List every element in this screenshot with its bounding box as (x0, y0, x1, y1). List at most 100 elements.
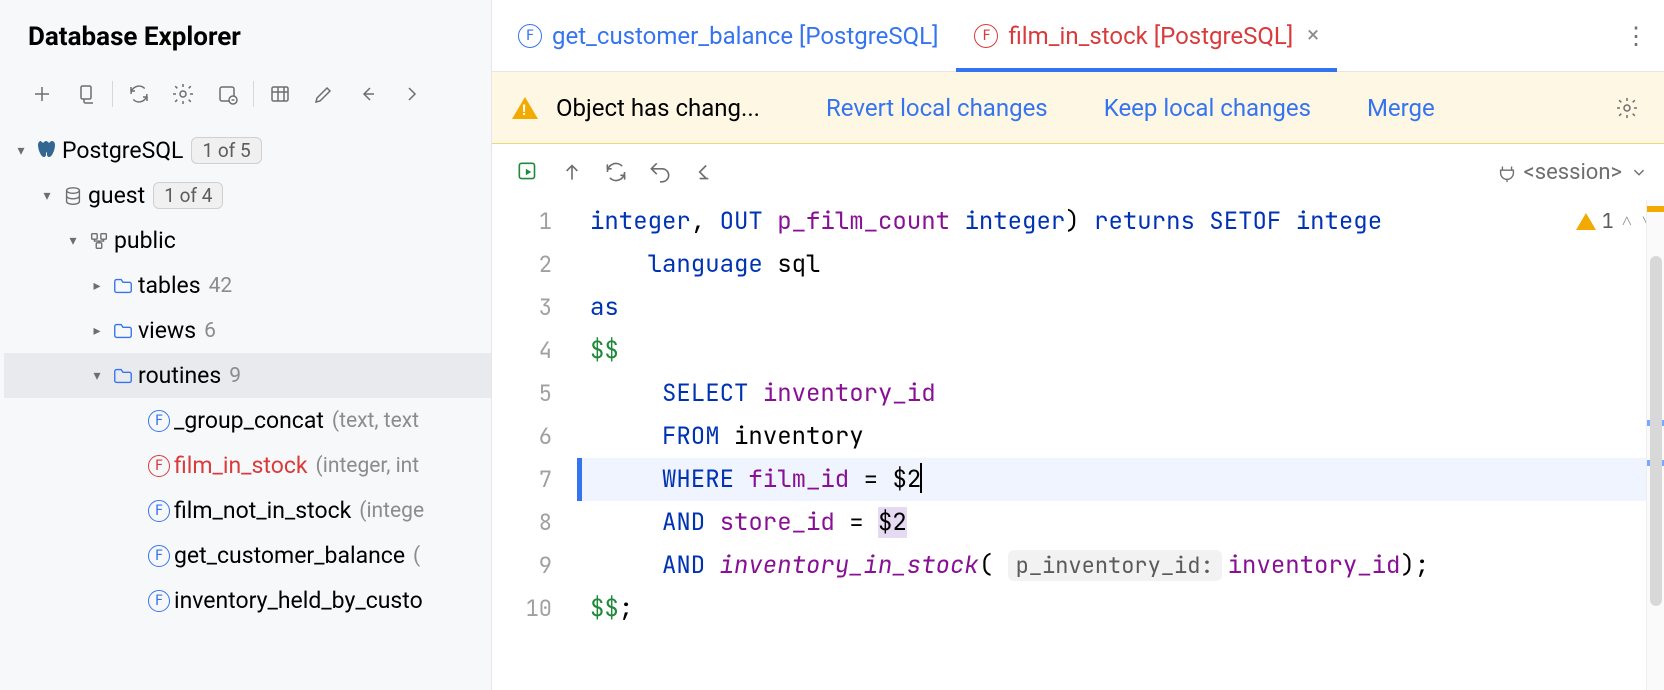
notification-bar: Object has chang... Revert local changes… (492, 72, 1664, 144)
tree-label: tables (138, 272, 201, 299)
code-line[interactable]: $$; (582, 587, 1664, 630)
routine-item[interactable]: F get_customer_balance ( (4, 533, 491, 578)
routine-name: _group_concat (174, 407, 324, 434)
routine-item[interactable]: F film_not_in_stock (intege (4, 488, 491, 533)
session-label: <session> (1524, 160, 1622, 185)
scrollbar-thumb[interactable] (1650, 256, 1662, 606)
chevron-right-icon: ▸ (86, 323, 108, 339)
chevron-down-icon: ▾ (10, 143, 32, 159)
editor-pane: F get_customer_balance [PostgreSQL] F fi… (492, 0, 1664, 690)
merge-link[interactable]: Merge (1367, 94, 1435, 122)
copy-icon[interactable] (66, 76, 106, 112)
function-icon: F (974, 24, 998, 48)
plug-icon (1496, 161, 1518, 183)
database-icon (58, 185, 88, 207)
close-icon[interactable]: × (1307, 23, 1319, 48)
code-line[interactable]: SELECT inventory_id (582, 372, 1664, 415)
tree-tables[interactable]: ▸ tables 42 (4, 263, 491, 308)
routine-sig: (integer, int (316, 454, 420, 478)
overview-ruler[interactable] (1646, 200, 1664, 690)
table-icon[interactable] (260, 76, 300, 112)
code-line-current[interactable]: WHERE film_id = $2 (582, 458, 1664, 501)
more-icon[interactable]: ⋮ (1618, 22, 1654, 50)
code-line[interactable]: AND inventory_in_stock( p_inventory_id:i… (582, 544, 1664, 587)
tree-badge: 1 of 4 (153, 182, 223, 209)
routine-sig: (intege (359, 499, 424, 523)
step-back-icon[interactable] (682, 152, 726, 192)
sidebar-title: Database Explorer (0, 0, 491, 70)
tree-count: 6 (204, 319, 216, 343)
text-cursor (920, 463, 922, 493)
code-editor[interactable]: 1 2 3 4 5 6 7 8 9 10 integer, OUT p_film… (492, 200, 1664, 690)
function-icon: F (144, 590, 174, 612)
warning-icon (1576, 213, 1596, 230)
chevron-right-icon: ▸ (86, 278, 108, 294)
folder-icon (108, 320, 138, 342)
schema-icon (84, 230, 114, 252)
function-icon: F (144, 455, 174, 477)
prev-problem-icon[interactable]: ˄ (1620, 200, 1634, 243)
settings-icon[interactable] (163, 76, 203, 112)
code-line[interactable]: language sql (582, 243, 1664, 286)
routine-item[interactable]: F film_in_stock (integer, int (4, 443, 491, 488)
code-line[interactable]: as (582, 286, 1664, 329)
tree-label: guest (88, 182, 145, 209)
function-icon: F (518, 24, 542, 48)
jump-icon[interactable] (348, 76, 388, 112)
revert-link[interactable]: Revert local changes (826, 94, 1048, 122)
tab-label: get_customer_balance [PostgreSQL] (552, 22, 938, 50)
database-explorer-sidebar: Database Explorer (0, 0, 492, 690)
keep-link[interactable]: Keep local changes (1104, 94, 1311, 122)
editor-toolbar: <session> (492, 144, 1664, 200)
code-line[interactable]: integer, OUT p_film_count integer) retur… (582, 200, 1664, 243)
routine-name: inventory_held_by_custo (174, 587, 423, 614)
tree-label: routines (138, 362, 221, 389)
editor-tab[interactable]: F get_customer_balance [PostgreSQL] (500, 0, 956, 71)
code-line[interactable]: $$ (582, 329, 1664, 372)
sync-icon[interactable] (594, 152, 638, 192)
routine-name: get_customer_balance (174, 542, 405, 569)
routine-sig: (text, text (332, 409, 419, 433)
line-gutter: 1 2 3 4 5 6 7 8 9 10 (492, 200, 582, 690)
tree-connection[interactable]: ▾ guest 1 of 4 (4, 173, 491, 218)
routine-item[interactable]: F inventory_held_by_custo (4, 578, 491, 623)
code-line[interactable]: AND store_id = $2 (582, 501, 1664, 544)
tree-database[interactable]: ▾ PostgreSQL 1 of 5 (4, 128, 491, 173)
tree-count: 9 (229, 364, 241, 388)
code-body[interactable]: integer, OUT p_film_count integer) retur… (582, 200, 1664, 690)
folder-icon (108, 365, 138, 387)
inspection-badges: 1 ˄ ˅ (1576, 200, 1654, 243)
session-selector[interactable]: <session> (1496, 160, 1650, 185)
edit-icon[interactable] (304, 76, 344, 112)
routine-name: film_in_stock (174, 452, 308, 479)
chevron-down-icon: ▾ (36, 188, 58, 204)
folder-icon (108, 275, 138, 297)
upload-icon[interactable] (550, 152, 594, 192)
refresh-icon[interactable] (119, 76, 159, 112)
postgresql-icon (32, 139, 62, 163)
function-icon: F (144, 410, 174, 432)
rollback-icon[interactable] (638, 152, 682, 192)
editor-tab-active[interactable]: F film_in_stock [PostgreSQL] × (956, 0, 1337, 71)
tree-label: PostgreSQL (62, 137, 183, 164)
submit-icon[interactable] (506, 152, 550, 192)
database-tree: ▾ PostgreSQL 1 of 5 ▾ guest 1 of 4 ▾ (0, 124, 491, 623)
add-icon[interactable] (22, 76, 62, 112)
gear-icon[interactable] (1610, 91, 1644, 125)
function-icon: F (144, 500, 174, 522)
tree-label: views (138, 317, 196, 344)
chevron-down-icon: ▾ (62, 233, 84, 249)
tree-routines[interactable]: ▾ routines 9 (4, 353, 491, 398)
expand-icon[interactable] (392, 76, 432, 112)
tree-schema[interactable]: ▾ public (4, 218, 491, 263)
tree-badge: 1 of 5 (191, 137, 261, 164)
notification-message: Object has chang... (556, 94, 760, 122)
stop-icon[interactable] (207, 76, 247, 112)
editor-tabbar: F get_customer_balance [PostgreSQL] F fi… (492, 0, 1664, 72)
tree-views[interactable]: ▸ views 6 (4, 308, 491, 353)
tree-label: public (114, 227, 176, 254)
code-line[interactable]: FROM inventory (582, 415, 1664, 458)
chevron-down-icon (1628, 161, 1650, 183)
tree-count: 42 (209, 274, 233, 298)
routine-item[interactable]: F _group_concat (text, text (4, 398, 491, 443)
